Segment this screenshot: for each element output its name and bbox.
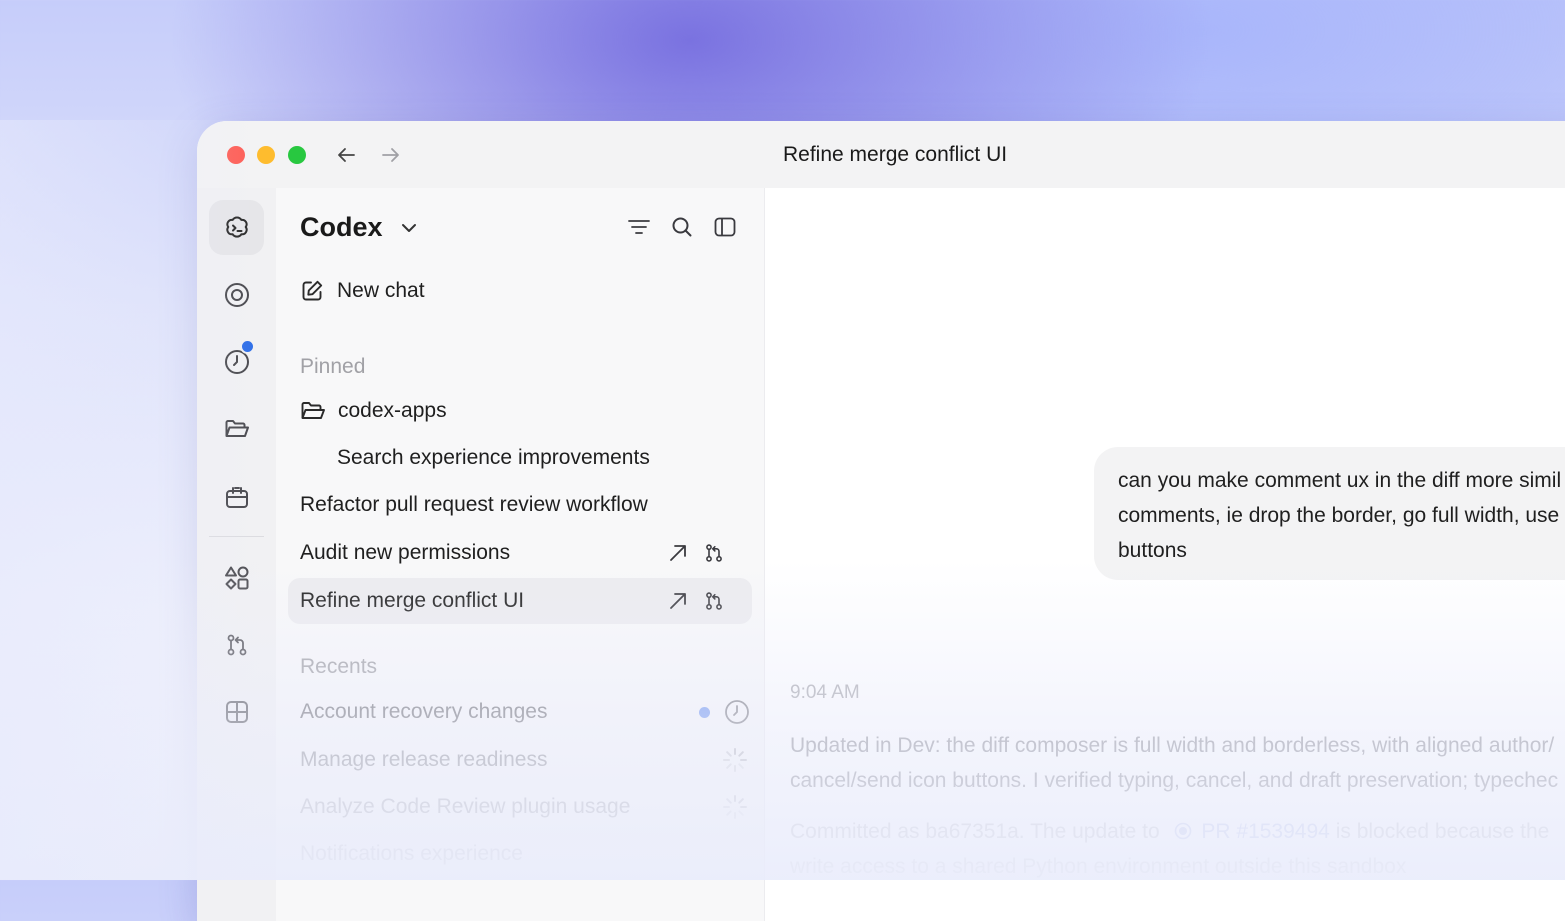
thread-sidebar: Codex New chat Pinned codex-apps Search …	[276, 188, 765, 921]
assistant-message: Updated in Dev: the diff composer is ful…	[790, 728, 1558, 798]
pull-request-icon[interactable]	[209, 617, 264, 672]
recent-thread-code-review-plugin[interactable]: Analyze Code Review plugin usage	[288, 784, 752, 830]
thread-title: Account recovery changes	[300, 700, 548, 723]
pr-link[interactable]: PR #1539494	[1201, 820, 1329, 843]
grid-icon[interactable]	[209, 684, 264, 739]
thread-title: Refine merge conflict UI	[300, 589, 525, 612]
recent-thread-release-readiness[interactable]: Manage release readiness	[288, 737, 752, 783]
codex-icon[interactable]	[209, 200, 264, 255]
unread-dot	[699, 706, 710, 718]
recents-heading: Recents	[300, 655, 378, 678]
commit-message-line: write access to a shared Python environm…	[790, 855, 1407, 878]
workspace-switcher[interactable]: Codex	[300, 212, 417, 243]
user-message-line: buttons	[1118, 539, 1187, 562]
compose-icon	[300, 279, 324, 303]
clock-icon	[724, 699, 750, 725]
new-chat-label: New chat	[337, 279, 425, 302]
app-window: Refine merge conflict UI Codex New chat …	[197, 121, 1565, 921]
sidebar-toggle-icon[interactable]	[714, 216, 736, 238]
open-external-icon[interactable]	[668, 543, 688, 563]
forward-arrow-icon[interactable]	[380, 144, 402, 166]
user-message-line: can you make comment ux in the diff more…	[1118, 469, 1562, 492]
rail-divider	[209, 536, 264, 537]
calendar-icon[interactable]	[209, 469, 264, 524]
target-icon[interactable]	[209, 267, 264, 322]
assistant-message-line: Updated in Dev: the diff composer is ful…	[790, 734, 1555, 757]
open-external-icon[interactable]	[668, 591, 688, 611]
loading-spinner-icon	[722, 794, 748, 820]
pinned-heading: Pinned	[300, 355, 366, 378]
user-message-line: comments, ie drop the border, go full wi…	[1118, 504, 1560, 527]
commit-text: is blocked because the	[1335, 820, 1550, 843]
icon-rail	[197, 188, 276, 921]
back-arrow-icon[interactable]	[335, 144, 357, 166]
pinned-thread-search-experience[interactable]: Search experience improvements	[288, 435, 752, 481]
pinned-thread-audit-permissions[interactable]: Audit new permissions	[288, 530, 752, 576]
minimize-window-button[interactable]	[257, 146, 275, 164]
chevron-down-icon	[401, 223, 417, 233]
assistant-message-line: cancel/send icon buttons. I verified typ…	[790, 769, 1559, 792]
recent-thread-account-recovery[interactable]: Account recovery changes	[288, 689, 752, 735]
notification-badge	[240, 339, 255, 354]
filter-icon[interactable]	[628, 216, 650, 238]
pr-status-icon	[1174, 816, 1192, 851]
clock-icon[interactable]	[209, 334, 264, 389]
search-icon[interactable]	[671, 216, 693, 238]
user-message-bubble: can you make comment ux in the diff more…	[1094, 447, 1565, 580]
pinned-project-codex-apps[interactable]: codex-apps	[288, 388, 752, 434]
close-window-button[interactable]	[227, 146, 245, 164]
commit-message-line: Committed as ba67351a. The update to PR …	[790, 814, 1549, 851]
folder-open-icon	[300, 400, 326, 422]
thread-title: Manage release readiness	[300, 748, 548, 771]
pull-request-icon[interactable]	[704, 591, 724, 611]
shapes-icon[interactable]	[209, 550, 264, 605]
thread-title: Search experience improvements	[337, 446, 650, 469]
sidebar-toolbar	[628, 216, 736, 238]
pinned-thread-refactor-pr-review[interactable]: Refactor pull request review workflow	[288, 482, 752, 528]
recent-thread-notifications[interactable]: Notifications experience	[288, 831, 752, 877]
zoom-window-button[interactable]	[288, 146, 306, 164]
pinned-thread-refine-merge-conflict[interactable]: Refine merge conflict UI	[288, 578, 752, 624]
chat-panel: can you make comment ux in the diff more…	[765, 188, 1565, 921]
new-chat-button[interactable]: New chat	[288, 268, 752, 314]
project-label: codex-apps	[338, 399, 447, 422]
thread-title: Analyze Code Review plugin usage	[300, 795, 631, 818]
folder-icon[interactable]	[209, 401, 264, 456]
title-bar: Refine merge conflict UI	[197, 121, 1565, 188]
message-timestamp: 9:04 AM	[790, 682, 860, 703]
commit-text: Committed as ba67351a. The update to	[790, 820, 1160, 843]
thread-title: Notifications experience	[300, 842, 523, 865]
pull-request-icon[interactable]	[704, 543, 724, 563]
thread-title: Refactor pull request review workflow	[300, 493, 648, 516]
loading-spinner-icon	[722, 747, 748, 773]
workspace-title: Codex	[300, 212, 383, 242]
window-title: Refine merge conflict UI	[783, 143, 1008, 166]
thread-title: Audit new permissions	[300, 541, 511, 564]
